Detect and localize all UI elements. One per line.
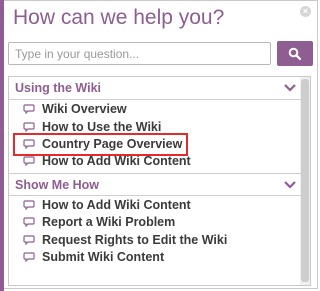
close-icon[interactable]: ×: [300, 6, 311, 17]
list-item-label: Request Rights to Edit the Wiki: [42, 233, 228, 247]
section-title: Show Me How: [15, 178, 100, 192]
speech-bubble-icon: [23, 200, 35, 210]
scrollbar[interactable]: [300, 77, 310, 285]
scrollbar-thumb[interactable]: [301, 79, 309, 282]
speech-bubble-icon: [23, 252, 35, 262]
section-header-show-me-how[interactable]: Show Me How: [9, 174, 301, 196]
search-icon: [288, 47, 302, 60]
highlight-box: [13, 133, 188, 156]
divider: [9, 195, 301, 196]
speech-bubble-icon: [23, 156, 35, 166]
chevron-down-icon[interactable]: [283, 178, 297, 192]
search-input[interactable]: [8, 42, 271, 65]
list-item-label: Wiki Overview: [42, 102, 127, 116]
list-item-label: Submit Wiki Content: [42, 250, 165, 264]
chevron-down-icon[interactable]: [283, 81, 297, 95]
list-item-label: Report a Wiki Problem: [42, 215, 176, 229]
left-accent-bar: [0, 0, 4, 291]
list-item-label: How to Add Wiki Content: [42, 154, 191, 168]
search-button[interactable]: [277, 41, 313, 66]
section-title: Using the Wiki: [15, 81, 102, 95]
speech-bubble-icon: [23, 235, 35, 245]
speech-bubble-icon: [23, 104, 35, 114]
divider: [9, 99, 301, 100]
speech-bubble-icon: [23, 217, 35, 227]
list-item-label: How to Add Wiki Content: [42, 198, 191, 212]
results-list: Using the Wiki Wiki Overview How to Use …: [8, 76, 311, 286]
page-title: How can we help you?: [13, 6, 225, 29]
section-header-using-the-wiki[interactable]: Using the Wiki: [9, 77, 301, 99]
list-item-label: How to Use the Wiki: [42, 120, 162, 134]
speech-bubble-icon: [23, 122, 35, 132]
